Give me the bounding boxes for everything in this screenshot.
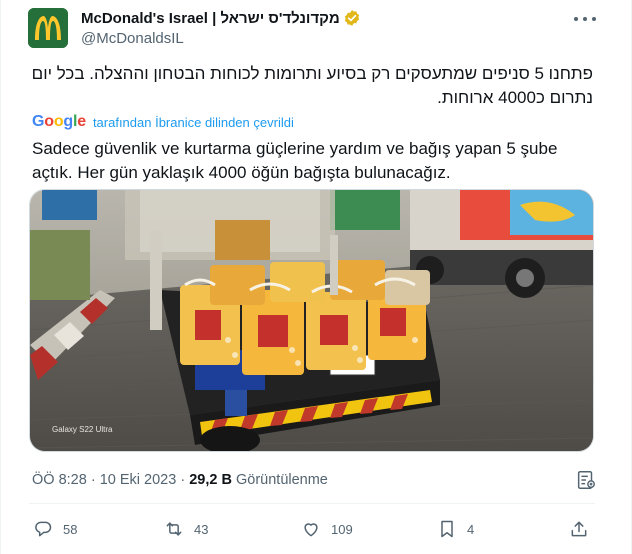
reply-icon	[35, 521, 52, 537]
reply-button[interactable]: 58	[33, 514, 77, 544]
google-logo: Google	[32, 113, 86, 130]
views-count: 29,2 B	[189, 472, 232, 488]
tweet-text-hebrew: פתחנו 5 סניפים שמתעסקים רק בסיוע ותרומות…	[31, 64, 593, 107]
like-count: 109	[331, 521, 353, 537]
tweet-text-translated: Sadece güvenlik ve kurtarma güçlerine ya…	[32, 139, 558, 182]
share-button[interactable]	[569, 514, 589, 544]
repost-count: 43	[194, 521, 209, 537]
meta-separator: ·	[90, 472, 96, 488]
author-handle[interactable]: @McDonaldsIL	[81, 30, 184, 47]
avatar[interactable]	[28, 8, 68, 48]
golden-arches-logo	[28, 8, 68, 48]
more-dots-icon[interactable]	[574, 12, 596, 26]
divider	[29, 503, 595, 504]
tweet-date[interactable]: 10 Eki 2023	[100, 472, 177, 488]
reply-count: 58	[63, 521, 78, 537]
bookmark-icon	[441, 520, 453, 538]
tweet-meta: ÖÖ 8:28 · 10 Eki 2023 · 29,2 B Görüntüle…	[32, 472, 328, 488]
like-button[interactable]: 109	[301, 514, 353, 544]
bookmark-count: 4	[467, 521, 475, 537]
translation-attribution[interactable]: Google tarafından İbranice dilinden çevr…	[32, 113, 294, 131]
repost-button[interactable]: 43	[164, 514, 208, 544]
repost-icon	[166, 522, 182, 536]
tweet-time[interactable]: ÖÖ 8:28	[32, 472, 87, 488]
analytics-icon[interactable]	[575, 469, 597, 491]
tweet-photo[interactable]: Galaxy S22 Ultra	[29, 189, 594, 452]
meta-separator: ·	[180, 472, 186, 488]
translated-by-label[interactable]: tarafından İbranice dilinden çevrildi	[93, 115, 294, 130]
gold-verified-icon[interactable]	[343, 9, 361, 27]
views-label: Görüntülenme	[235, 472, 328, 488]
share-icon	[571, 521, 587, 537]
author-display-name[interactable]: McDonald's Israel | מקדונלד'ס ישראל	[81, 10, 340, 27]
heart-icon	[304, 523, 318, 537]
bookmark-button[interactable]: 4	[437, 514, 474, 544]
author-name-row[interactable]: McDonald's Israel | מקדונלד'ס ישראל	[81, 9, 361, 27]
action-bar: 58 43 109 4	[29, 514, 595, 544]
photo-watermark: Galaxy S22 Ultra	[52, 425, 113, 434]
tweet-card: McDonald's Israel | מקדונלד'ס ישראל @McD…	[0, 0, 632, 554]
